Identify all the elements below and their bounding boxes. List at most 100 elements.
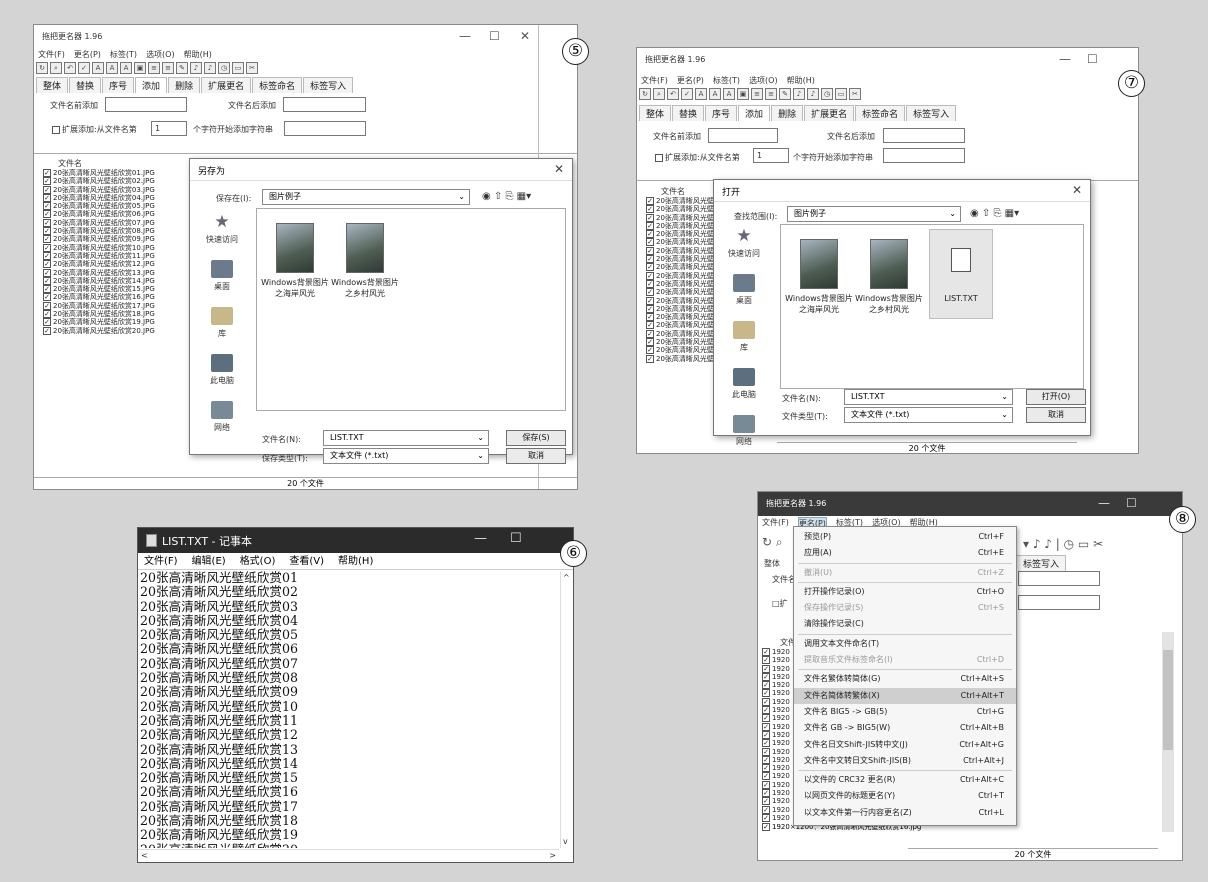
- image-icon[interactable]: ▣: [134, 62, 146, 74]
- file-checkbox[interactable]: ✓: [43, 260, 51, 269]
- file-checkbox[interactable]: ✓: [43, 235, 51, 244]
- tab-serial[interactable]: 序号: [705, 105, 738, 121]
- ext-string-input[interactable]: [1018, 595, 1100, 610]
- file-checkbox[interactable]: ✓: [646, 338, 654, 347]
- file-checkbox[interactable]: ✓: [762, 747, 770, 756]
- file-checkbox[interactable]: ✓: [43, 318, 51, 327]
- tab-ext-rename[interactable]: 扩展更名: [201, 77, 252, 93]
- file-checkbox[interactable]: ✓: [762, 706, 770, 715]
- tool-icon[interactable]: ✂: [849, 88, 861, 100]
- ext-position-spinner[interactable]: 1: [151, 121, 187, 136]
- ext-string-input[interactable]: [883, 148, 965, 163]
- close-icon[interactable]: ✕: [1072, 183, 1082, 197]
- file-list-item[interactable]: ✓20张高清晰风光壁纸欣赏19.JPG: [646, 346, 716, 355]
- place-this-pc[interactable]: 此电脑: [714, 368, 774, 411]
- file-checkbox[interactable]: ✓: [762, 681, 770, 690]
- file-checkbox[interactable]: ✓: [762, 722, 770, 731]
- menu-file[interactable]: 文件(F): [762, 517, 789, 530]
- vertical-scrollbar[interactable]: ^ v: [560, 571, 573, 848]
- ext-string-input[interactable]: [284, 121, 366, 136]
- file-checkbox[interactable]: ✓: [43, 301, 51, 310]
- tab-replace[interactable]: 替换: [69, 77, 102, 93]
- file-checkbox[interactable]: ✓: [43, 268, 51, 277]
- file-checkbox[interactable]: ✓: [762, 805, 770, 814]
- place-network[interactable]: 网络: [714, 415, 774, 453]
- filename-column-header[interactable]: 文件名: [58, 158, 82, 169]
- file-checkbox[interactable]: ✓: [762, 780, 770, 789]
- menu-tag[interactable]: 标签(T): [110, 49, 137, 60]
- list-icon[interactable]: ≡: [751, 88, 763, 100]
- place-network[interactable]: 网络: [192, 401, 252, 444]
- open-button[interactable]: 打开(O): [1026, 389, 1086, 405]
- prefix-input[interactable]: [708, 128, 778, 143]
- minimize-button[interactable]: —: [1059, 52, 1071, 66]
- tab-whole[interactable]: 整体: [764, 558, 780, 569]
- menu-tag[interactable]: 标签(T): [713, 75, 740, 86]
- place-quick-access[interactable]: ★ 快速访问: [192, 213, 252, 256]
- ext-add-checkbox[interactable]: [655, 153, 663, 162]
- rename-icon[interactable]: A: [106, 62, 118, 74]
- maximize-button[interactable]: ☐: [1126, 496, 1137, 510]
- toolbar-icons[interactable]: ↻ ⌕: [762, 535, 783, 550]
- file-list-item[interactable]: ✓20张高清晰风光壁纸欣赏06.JPG: [646, 238, 716, 247]
- file-checkbox[interactable]: ✓: [646, 271, 654, 280]
- file-checkbox[interactable]: ✓: [43, 202, 51, 211]
- rename-menu-item[interactable]: 调用文本文件命名(T): [794, 636, 1016, 652]
- ext-position-spinner[interactable]: 1: [753, 148, 789, 163]
- file-checkbox[interactable]: ✓: [43, 210, 51, 219]
- file-list-item[interactable]: ✓20张高清晰风光壁纸欣赏02.JPG: [43, 177, 193, 186]
- file-checkbox[interactable]: ✓: [762, 789, 770, 798]
- tab-tag-write[interactable]: 标签写入: [303, 77, 354, 93]
- rename-menu-item[interactable]: 以网页文件的标题更名(Y) Ctrl+T: [794, 788, 1016, 804]
- file-checkbox[interactable]: ✓: [646, 205, 654, 214]
- menu-file[interactable]: 文件(F): [144, 553, 178, 569]
- notepad-text-area[interactable]: 20张高清晰风光壁纸欣赏01 20张高清晰风光壁纸欣赏02 20张高清晰风光壁纸欣赏…: [138, 571, 559, 848]
- file-checkbox[interactable]: ✓: [762, 648, 770, 656]
- file-checkbox[interactable]: ✓: [43, 193, 51, 202]
- file-checkbox[interactable]: ✓: [646, 279, 654, 288]
- save-in-combo[interactable]: 图片例子 ⌄: [262, 189, 470, 205]
- rename-menu-item[interactable]: 应用(A) Ctrl+E: [794, 545, 1016, 561]
- file-checkbox[interactable]: ✓: [43, 293, 51, 302]
- file-list-item[interactable]: ✓20张高清晰风光壁纸欣赏13.JPG: [43, 268, 193, 277]
- file-list-item[interactable]: ✓20张高清晰风光壁纸欣赏09.JPG: [646, 263, 716, 272]
- menu-help[interactable]: 帮助(H): [787, 75, 815, 86]
- menu-help[interactable]: 帮助(H): [184, 49, 212, 60]
- maximize-button[interactable]: ☐: [510, 531, 522, 546]
- file-checkbox[interactable]: ✓: [646, 230, 654, 239]
- rename-menu-item[interactable]: 文件名 GB -> BIG5(W) Ctrl+Alt+B: [794, 720, 1016, 736]
- tab-whole[interactable]: 整体: [36, 77, 69, 93]
- file-list-item[interactable]: ✓20张高清晰风光壁纸欣赏17.JPG: [43, 301, 193, 310]
- file-list-item[interactable]: ✓20张高清晰风光壁纸欣赏20.JPG: [646, 354, 716, 363]
- file-checkbox[interactable]: ✓: [646, 255, 654, 264]
- suffix-input[interactable]: [283, 97, 366, 112]
- tab-ext-rename[interactable]: 扩展更名: [804, 105, 855, 121]
- ext-add-checkbox[interactable]: [52, 125, 60, 134]
- file-item-selected[interactable]: LIST.TXT: [929, 229, 993, 319]
- maximize-button[interactable]: ☐: [489, 29, 500, 43]
- minimize-button[interactable]: —: [474, 531, 487, 546]
- menu-help[interactable]: 帮助(H): [338, 553, 373, 569]
- tab-tag-write[interactable]: 标签写入: [906, 105, 957, 121]
- place-desktop[interactable]: 桌面: [192, 260, 252, 303]
- search-icon[interactable]: ⌕: [653, 88, 665, 100]
- file-list-item[interactable]: ✓20张高清晰风光壁纸欣赏16.JPG: [43, 293, 193, 302]
- rename-menu-item[interactable]: 文件名中文转日文Shift-JIS(B) Ctrl+Alt+J: [794, 753, 1016, 769]
- cancel-button[interactable]: 取消: [506, 448, 566, 464]
- file-list-item[interactable]: ✓20张高清晰风光壁纸欣赏07.JPG: [43, 218, 193, 227]
- file-checkbox[interactable]: ✓: [646, 329, 654, 338]
- list-icon[interactable]: ≡: [765, 88, 777, 100]
- undo-icon[interactable]: ↶: [64, 62, 76, 74]
- folder-nav-icons[interactable]: ◉ ⇧ ⎘ ▦▾: [970, 208, 1019, 219]
- menu-file[interactable]: 文件(F): [641, 75, 668, 86]
- tab-delete[interactable]: 删除: [771, 105, 804, 121]
- tab-serial[interactable]: 序号: [102, 77, 135, 93]
- file-checkbox[interactable]: ✓: [646, 221, 654, 230]
- file-list-item[interactable]: ✓20张高清晰风光壁纸欣赏20.JPG: [43, 326, 193, 335]
- window-icon[interactable]: ▭: [232, 62, 244, 74]
- rename-menu-item[interactable]: 以文件的 CRC32 更名(R) Ctrl+Alt+C: [794, 772, 1016, 788]
- file-list-item[interactable]: ✓20张高清晰风光壁纸欣赏02.JPG: [646, 205, 716, 214]
- file-list-item[interactable]: ✓20张高清晰风光壁纸欣赏19.JPG: [43, 318, 193, 327]
- check-icon[interactable]: ✓: [681, 88, 693, 100]
- file-list-item[interactable]: ✓20张高清晰风光壁纸欣赏10.JPG: [43, 243, 193, 252]
